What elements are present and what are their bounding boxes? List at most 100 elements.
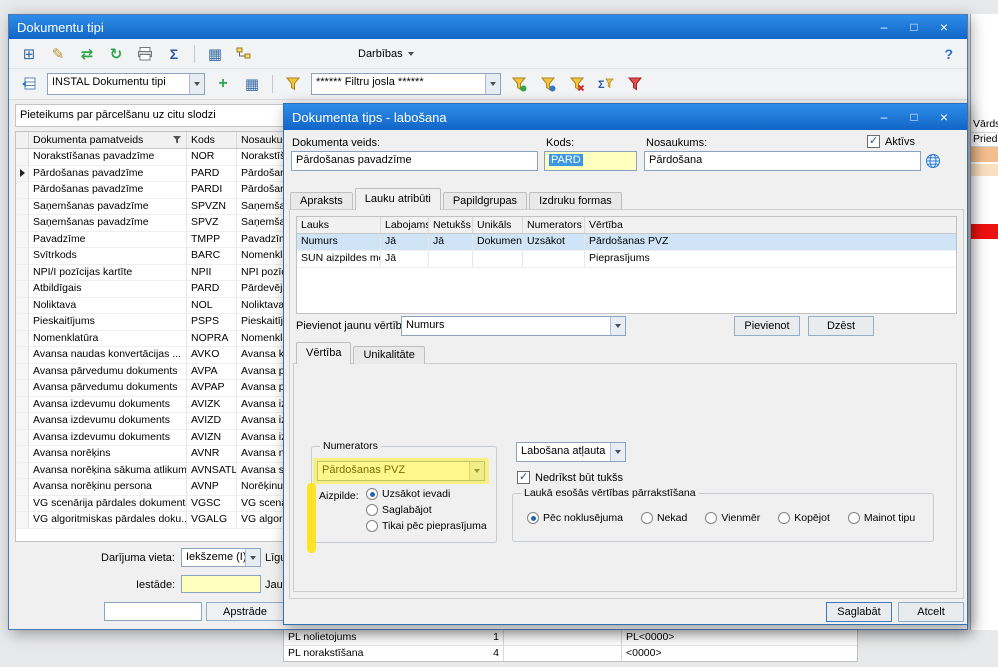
cell: AVNP (187, 479, 237, 495)
column-header-labojams[interactable]: Labojams (381, 217, 429, 233)
actions-menu[interactable]: Darbības (358, 48, 414, 60)
row-gutter (16, 199, 29, 215)
close-button[interactable]: × (929, 18, 959, 37)
tab-apraksts[interactable]: Apraksts (290, 192, 353, 210)
columns-icon[interactable]: ▦ (241, 73, 263, 95)
atcelt-button[interactable]: Atcelt (898, 602, 964, 622)
chevron-down-icon[interactable] (245, 549, 260, 566)
tab-papildgrupas[interactable]: Papildgrupas (443, 192, 527, 210)
help-icon[interactable]: ? (944, 46, 953, 62)
column-header-netukss[interactable]: Netukšs (429, 217, 473, 233)
parrakstisana-option[interactable]: Vienmēr (705, 510, 760, 526)
iestade-input[interactable] (181, 575, 261, 593)
saglabat-button[interactable]: Saglabāt (826, 602, 892, 622)
cell: PL nolietojums (284, 630, 454, 645)
bg-row-peach (971, 164, 998, 176)
numerators-legend: Numerators (320, 440, 381, 452)
aizpilde-option[interactable]: Saglabājot (366, 502, 487, 518)
aizpilde-option[interactable]: Tikai pēc pieprasījuma (366, 518, 487, 534)
darijuma-vieta-combo[interactable]: Iekšzeme (I) (181, 548, 261, 567)
nosaukums-input[interactable]: Pārdošana (644, 151, 921, 171)
pievienot-button[interactable]: Pievienot (734, 316, 800, 336)
window-title: Dokumentu tipi (17, 20, 104, 35)
chevron-down-icon[interactable] (610, 443, 625, 461)
apstrade-button[interactable]: Apstrāde (206, 602, 284, 621)
parrakstisana-legend: Laukā esošās vērtības pārrakstīšana (521, 487, 699, 499)
tab-vertiba[interactable]: Vērtība (296, 342, 351, 364)
attr-row[interactable]: NumursJāJāDokumentUzsākotPārdošanas PVZ (297, 234, 956, 251)
column-header-kods[interactable]: Kods (187, 132, 237, 148)
dialog-titlebar[interactable]: Dokumenta tips - labošana – □ × (284, 104, 967, 130)
filter-icon[interactable] (282, 73, 304, 95)
grid-view-icon[interactable]: ⊞ (18, 43, 40, 65)
sync-icon[interactable]: ⇄ (76, 43, 98, 65)
maximize-button[interactable]: □ (899, 18, 929, 37)
add-icon[interactable]: + (212, 73, 234, 95)
view-combo[interactable]: INSTAL Dokumentu tipi (47, 73, 205, 95)
funnel-glyph (511, 76, 527, 92)
parrakstisana-option[interactable]: Nekad (641, 510, 687, 526)
funnel-sum-glyph: Σ (598, 76, 614, 92)
maximize-button[interactable]: □ (899, 108, 929, 127)
chevron-down-icon[interactable] (189, 74, 204, 94)
column-header-numerators[interactable]: Numerators (523, 217, 585, 233)
column-header-unikals[interactable]: Unikāls (473, 217, 523, 233)
view-select-icon[interactable] (18, 73, 40, 95)
aizpilde-option[interactable]: Uzsākot ievadi (366, 486, 487, 502)
edit-icon[interactable]: ✎ (47, 43, 69, 65)
tab-unikalitate[interactable]: Unikalitāte (353, 346, 424, 364)
apstrade-input[interactable] (104, 602, 202, 621)
hierarchy-glyph (236, 46, 252, 62)
chevron-down-icon[interactable] (485, 74, 500, 94)
view-combo-value: INSTAL Dokumentu tipi (48, 74, 189, 94)
cell (473, 251, 523, 267)
filter-apply-icon[interactable] (508, 73, 530, 95)
sum-icon[interactable]: Σ (163, 43, 185, 65)
labosana-combo[interactable]: Labošana atļauta (516, 442, 626, 462)
attr-row[interactable]: SUN aizpildes metodeJāPieprasījums (297, 251, 956, 268)
cell: Nomenklatūra (29, 331, 187, 347)
cell: Avansa pārvedumu dokuments (29, 364, 187, 380)
funnel-red-glyph (627, 76, 643, 92)
tab-lauku-atributi[interactable]: Lauku atribūti (355, 188, 441, 210)
column-header-vertiba[interactable]: Vērtība (585, 217, 956, 233)
hierarchy-icon[interactable] (233, 43, 255, 65)
tab-izdruku-formas[interactable]: Izdruku formas (529, 192, 622, 210)
kods-input[interactable]: PARD (544, 151, 637, 171)
main-titlebar[interactable]: Dokumentu tipi – □ × (9, 15, 967, 39)
filter-sum-icon[interactable]: Σ (595, 73, 617, 95)
veids-input[interactable]: Pārdošanas pavadzīme (291, 151, 538, 171)
chevron-down-icon[interactable] (469, 462, 484, 480)
row-gutter (16, 149, 29, 165)
dzest-button[interactable]: Dzēst (808, 316, 874, 336)
cell (523, 251, 585, 267)
svg-text:Σ: Σ (598, 79, 605, 91)
add-value-combo[interactable]: Numurs (401, 316, 626, 336)
checkbox-icon (517, 471, 530, 484)
minimize-button[interactable]: – (869, 18, 899, 37)
filter-combo[interactable]: ****** Filtru josla ****** (311, 73, 501, 95)
parrakstisana-option[interactable]: Pēc noklusējuma (527, 510, 623, 526)
selected-text: PARD (549, 154, 583, 166)
columns-icon[interactable]: ▦ (204, 43, 226, 65)
nedrikst-checkbox[interactable]: Nedrīkst būt tukšs (517, 471, 623, 484)
chevron-down-icon[interactable] (610, 317, 625, 335)
column-header-lauks[interactable]: Lauks (297, 217, 381, 233)
column-header-pamatveids[interactable]: Dokumenta pamatveids (29, 132, 187, 148)
aktivs-checkbox[interactable]: Aktīvs (867, 135, 915, 148)
print-icon[interactable] (134, 43, 156, 65)
filter-remove-icon[interactable] (624, 73, 646, 95)
parrakstisana-option[interactable]: Kopējot (778, 510, 830, 526)
refresh-icon[interactable]: ↻ (105, 43, 127, 65)
cell: Uzsākot (523, 234, 585, 250)
checkbox-icon (867, 135, 880, 148)
close-button[interactable]: × (929, 108, 959, 127)
filter-clear-icon[interactable] (566, 73, 588, 95)
globe-icon[interactable] (925, 153, 941, 172)
minimize-button[interactable]: – (869, 108, 899, 127)
header-gutter (16, 132, 29, 148)
numerators-combo[interactable]: Pārdošanas PVZ (317, 461, 485, 481)
parrakstisana-option[interactable]: Mainot tipu (848, 510, 915, 526)
parrakstisana-option-label: Nekad (657, 512, 687, 524)
filter-edit-icon[interactable] (537, 73, 559, 95)
